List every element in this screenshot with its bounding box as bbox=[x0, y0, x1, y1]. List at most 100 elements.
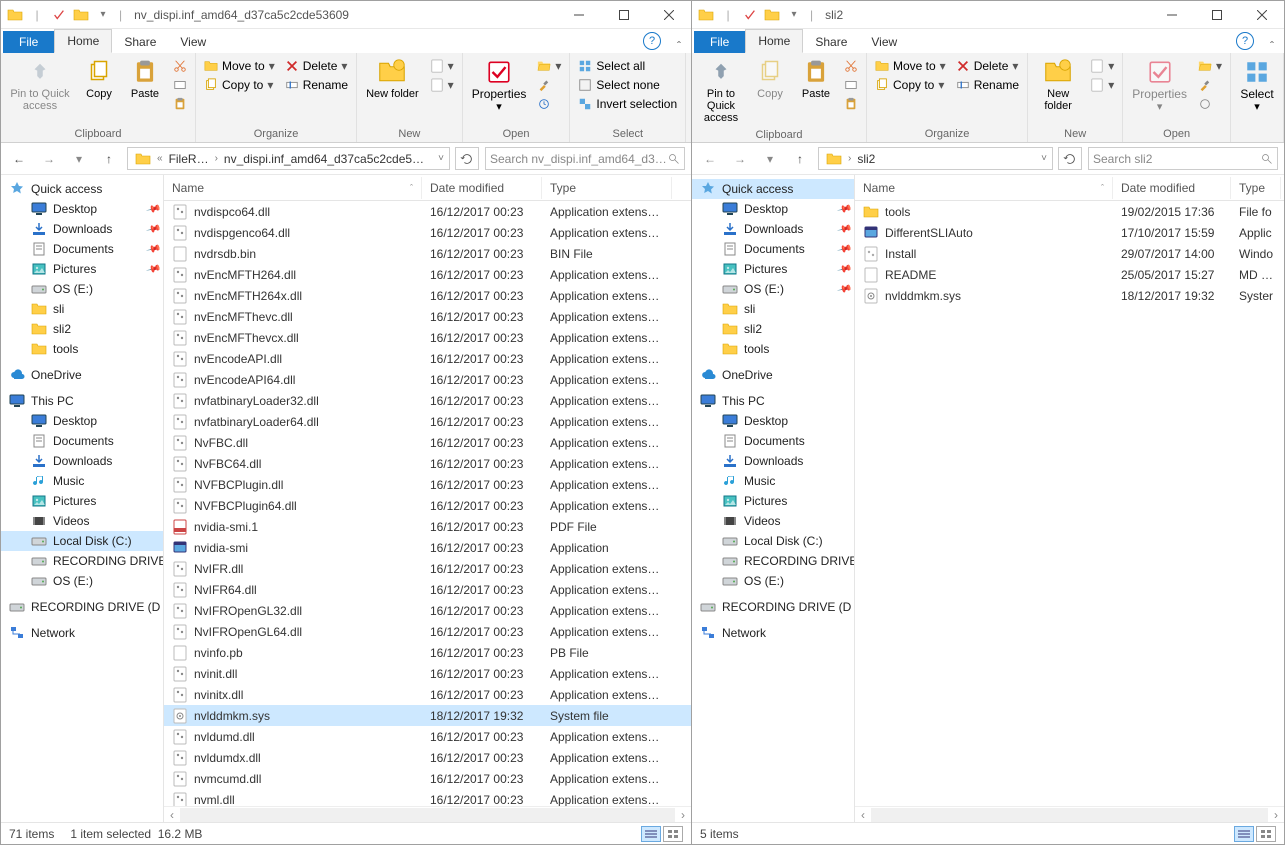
hscroll[interactable]: ‹› bbox=[855, 806, 1284, 822]
nav-this-pc[interactable]: This PC bbox=[1, 391, 163, 411]
search-input[interactable]: Search nv_dispi.inf_amd64_d3… bbox=[485, 147, 685, 170]
move-to-button[interactable]: Move to▾ bbox=[871, 57, 950, 75]
file-row[interactable]: nvldumd.dll16/12/2017 00:23Application e… bbox=[164, 726, 691, 747]
copy-button[interactable]: Copy bbox=[748, 55, 792, 103]
nav-item[interactable]: RECORDING DRIVE bbox=[692, 551, 854, 571]
close-button[interactable] bbox=[1239, 1, 1284, 29]
nav-item[interactable]: Music bbox=[692, 471, 854, 491]
edit-button[interactable] bbox=[1194, 76, 1226, 94]
qat-newfolder-icon[interactable] bbox=[73, 7, 89, 23]
file-row[interactable]: nvEncMFThevc.dll16/12/2017 00:23Applicat… bbox=[164, 306, 691, 327]
file-row[interactable]: NvIFR.dll16/12/2017 00:23Application ext… bbox=[164, 558, 691, 579]
select-button[interactable]: Select▾ bbox=[1235, 55, 1279, 116]
file-row[interactable]: nvdispco64.dll16/12/2017 00:23Applicatio… bbox=[164, 201, 691, 222]
nav-item[interactable]: OS (E:) bbox=[1, 279, 163, 299]
nav-network[interactable]: Network bbox=[692, 623, 854, 643]
forward-button[interactable]: → bbox=[37, 147, 61, 171]
copy-path-button[interactable] bbox=[169, 76, 191, 94]
qat-properties-icon[interactable] bbox=[51, 7, 67, 23]
file-row[interactable]: NVFBCPlugin64.dll16/12/2017 00:23Applica… bbox=[164, 495, 691, 516]
minimize-button[interactable] bbox=[1149, 1, 1194, 29]
paste-button[interactable]: Paste bbox=[794, 55, 838, 103]
icons-view-button[interactable] bbox=[663, 826, 683, 842]
file-row[interactable]: nvdrsdb.bin16/12/2017 00:23BIN File bbox=[164, 243, 691, 264]
nav-item[interactable]: Documents bbox=[692, 431, 854, 451]
file-row[interactable]: nvinit.dll16/12/2017 00:23Application ex… bbox=[164, 663, 691, 684]
details-view-button[interactable] bbox=[1234, 826, 1254, 842]
copy-to-button[interactable]: Copy to▾ bbox=[200, 76, 279, 94]
file-row[interactable]: NvIFR64.dll16/12/2017 00:23Application e… bbox=[164, 579, 691, 600]
up-button[interactable]: ↑ bbox=[97, 147, 121, 171]
paste-button[interactable]: Paste bbox=[123, 55, 167, 103]
pin-quickaccess-button[interactable]: Pin to Quick access bbox=[696, 55, 746, 127]
file-row[interactable]: tools19/02/2015 17:36File fo bbox=[855, 201, 1284, 222]
rename-button[interactable]: Rename bbox=[952, 76, 1023, 94]
tab-file[interactable]: File bbox=[3, 31, 54, 53]
new-item-button[interactable]: ▾ bbox=[426, 57, 458, 75]
file-row[interactable]: nvlddmkm.sys18/12/2017 19:32System file bbox=[164, 705, 691, 726]
back-button[interactable]: ← bbox=[7, 147, 31, 171]
up-button[interactable]: ↑ bbox=[788, 147, 812, 171]
breadcrumb-dropdown[interactable]: ˅ bbox=[1040, 153, 1048, 164]
nav-item[interactable]: OS (E:) bbox=[1, 571, 163, 591]
nav-item[interactable]: Pictures📌 bbox=[692, 259, 854, 279]
nav-item[interactable]: Music bbox=[1, 471, 163, 491]
nav-quick-access[interactable]: Quick access bbox=[1, 179, 163, 199]
tab-view[interactable]: View bbox=[859, 31, 909, 53]
tab-home[interactable]: Home bbox=[54, 29, 112, 53]
file-row[interactable]: nvfatbinaryLoader64.dll16/12/2017 00:23A… bbox=[164, 411, 691, 432]
file-row[interactable]: nvml.dll16/12/2017 00:23Application exte… bbox=[164, 789, 691, 806]
search-input[interactable]: Search sli2 bbox=[1088, 147, 1278, 170]
nav-item[interactable]: tools bbox=[1, 339, 163, 359]
file-row[interactable]: nvdispgenco64.dll16/12/2017 00:23Applica… bbox=[164, 222, 691, 243]
refresh-button[interactable] bbox=[1058, 147, 1082, 170]
breadcrumbs[interactable]: « FileR… › nv_dispi.inf_amd64_d37ca5c2cd… bbox=[127, 147, 450, 170]
copy-path-button[interactable] bbox=[840, 76, 862, 94]
breadcrumb-seg[interactable]: sli2 bbox=[854, 152, 878, 166]
nav-item[interactable]: sli bbox=[692, 299, 854, 319]
nav-item[interactable]: OS (E:)📌 bbox=[692, 279, 854, 299]
maximize-button[interactable] bbox=[601, 1, 646, 29]
maximize-button[interactable] bbox=[1194, 1, 1239, 29]
nav-this-pc[interactable]: This PC bbox=[692, 391, 854, 411]
edit-button[interactable] bbox=[533, 76, 565, 94]
nav-item[interactable]: sli bbox=[1, 299, 163, 319]
nav-item[interactable]: Documents bbox=[1, 431, 163, 451]
collapse-ribbon-button[interactable]: ˆ bbox=[1260, 39, 1284, 53]
easy-access-button[interactable]: ▾ bbox=[426, 76, 458, 94]
file-row[interactable]: DifferentSLIAuto17/10/2017 15:59Applic bbox=[855, 222, 1284, 243]
close-button[interactable] bbox=[646, 1, 691, 29]
file-row[interactable]: nvidia-smi16/12/2017 00:23Application bbox=[164, 537, 691, 558]
nav-item[interactable]: Downloads📌 bbox=[1, 219, 163, 239]
nav-item[interactable]: Downloads bbox=[692, 451, 854, 471]
nav-item[interactable]: tools bbox=[692, 339, 854, 359]
col-date[interactable]: Date modified bbox=[422, 177, 542, 199]
nav-item[interactable]: Downloads bbox=[1, 451, 163, 471]
new-folder-button[interactable]: New folder bbox=[1032, 55, 1084, 115]
history-button[interactable] bbox=[533, 95, 565, 113]
minimize-button[interactable] bbox=[556, 1, 601, 29]
collapse-ribbon-button[interactable]: ˆ bbox=[667, 39, 691, 53]
help-button[interactable]: ? bbox=[643, 32, 661, 50]
forward-button[interactable]: → bbox=[728, 147, 752, 171]
new-folder-button[interactable]: New folder bbox=[361, 55, 424, 103]
file-row[interactable]: nvEncMFThevcx.dll16/12/2017 00:23Applica… bbox=[164, 327, 691, 348]
recent-button[interactable]: ▾ bbox=[758, 147, 782, 171]
qat-newfolder-icon[interactable] bbox=[764, 7, 780, 23]
tab-file[interactable]: File bbox=[694, 31, 745, 53]
file-row[interactable]: README25/05/2017 15:27MD Fil bbox=[855, 264, 1284, 285]
file-row[interactable]: nvinitx.dll16/12/2017 00:23Application e… bbox=[164, 684, 691, 705]
file-row[interactable]: Install29/07/2017 14:00Windo bbox=[855, 243, 1284, 264]
nav-item[interactable]: Videos bbox=[692, 511, 854, 531]
history-button[interactable] bbox=[1194, 95, 1226, 113]
nav-item[interactable]: sli2 bbox=[1, 319, 163, 339]
nav-item[interactable]: OS (E:) bbox=[692, 571, 854, 591]
nav-item[interactable]: Pictures bbox=[1, 491, 163, 511]
file-row[interactable]: nvfatbinaryLoader32.dll16/12/2017 00:23A… bbox=[164, 390, 691, 411]
tab-view[interactable]: View bbox=[168, 31, 218, 53]
file-row[interactable]: nvldumdx.dll16/12/2017 00:23Application … bbox=[164, 747, 691, 768]
pin-quickaccess-button[interactable]: Pin to Quick access bbox=[5, 55, 75, 115]
nav-item[interactable]: Documents📌 bbox=[692, 239, 854, 259]
invert-selection-button[interactable]: Invert selection bbox=[574, 95, 681, 113]
help-button[interactable]: ? bbox=[1236, 32, 1254, 50]
